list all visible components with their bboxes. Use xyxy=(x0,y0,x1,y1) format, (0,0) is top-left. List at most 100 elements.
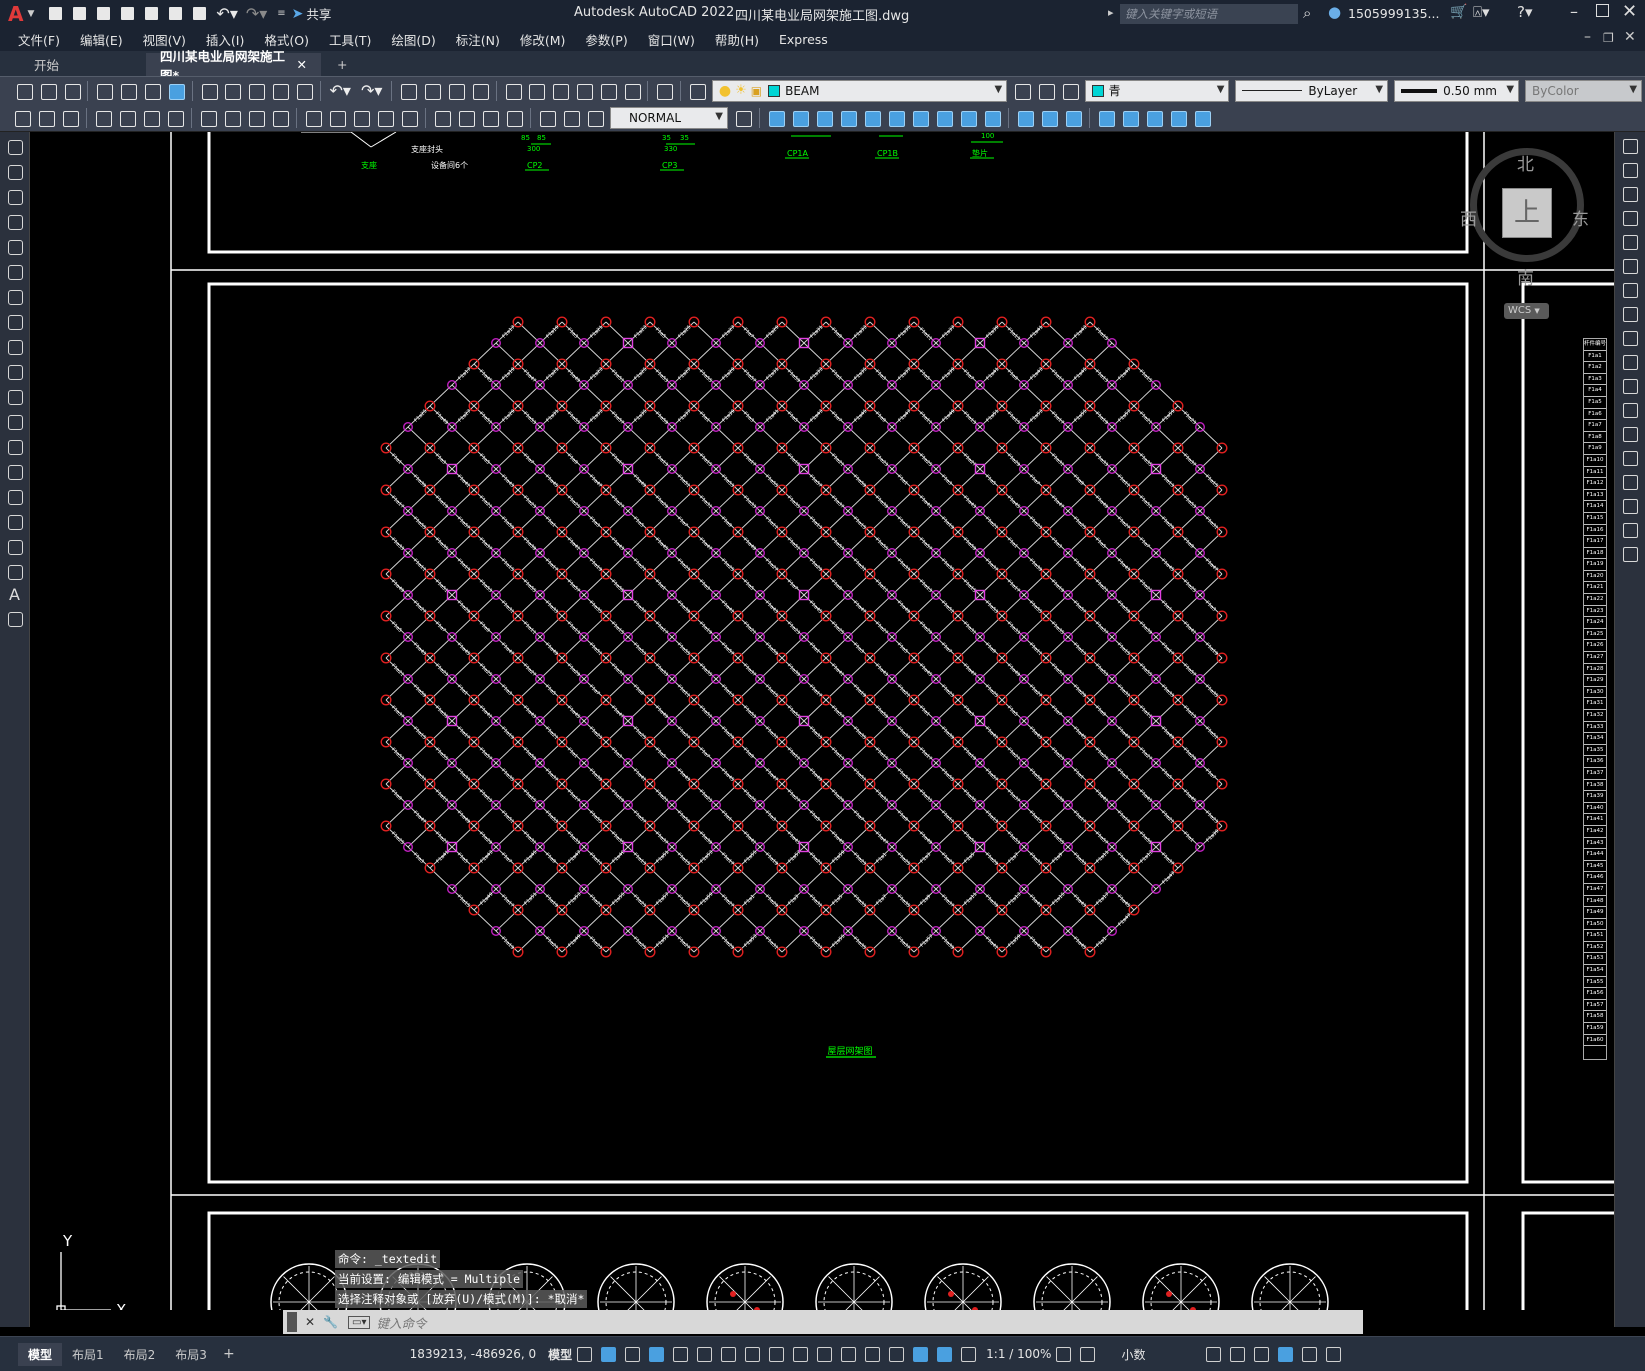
open-icon[interactable] xyxy=(37,80,59,102)
share-button[interactable]: 共享 xyxy=(306,4,331,23)
redo-icon[interactable]: ↷▾ xyxy=(246,4,267,23)
construction-line-icon[interactable] xyxy=(5,162,25,182)
publish-icon[interactable] xyxy=(141,80,163,102)
table-icon[interactable] xyxy=(5,562,25,582)
chamfer-icon[interactable] xyxy=(1620,472,1640,492)
clean-screen-icon[interactable] xyxy=(1300,1345,1318,1363)
break-icon[interactable] xyxy=(1620,424,1640,444)
wcs-menu[interactable]: WCS ▼ xyxy=(1504,303,1549,319)
app-menu-dropdown-icon[interactable]: ▼ xyxy=(27,9,34,19)
units-dropdown[interactable]: 小数 xyxy=(1121,1346,1201,1363)
point-icon[interactable] xyxy=(5,462,25,482)
copy-object-icon[interactable] xyxy=(1620,160,1640,180)
polygon-icon[interactable] xyxy=(5,212,25,232)
solid-union-icon[interactable] xyxy=(789,107,811,129)
maximize-icon[interactable] xyxy=(1596,4,1609,17)
mirror-icon[interactable] xyxy=(1620,184,1640,204)
viewcube-north[interactable]: 北 xyxy=(1517,150,1534,175)
undo-icon[interactable]: ↶▾ xyxy=(216,4,237,23)
layout-tab-1[interactable]: 布局1 xyxy=(62,1343,114,1366)
dim-space-icon[interactable] xyxy=(374,107,396,129)
menu-dimension[interactable]: 标注(N) xyxy=(446,30,510,49)
workspace-icon[interactable] xyxy=(35,107,57,129)
qnew-icon[interactable] xyxy=(13,80,35,102)
snap-icon[interactable] xyxy=(599,1345,617,1363)
doc-restore-icon[interactable]: ❐ xyxy=(1603,31,1614,45)
spline-icon[interactable] xyxy=(5,337,25,357)
slice-icon[interactable] xyxy=(981,107,1003,129)
explode-icon[interactable] xyxy=(1620,544,1640,564)
open-web-icon[interactable] xyxy=(142,5,162,23)
isodraft-icon[interactable] xyxy=(695,1345,713,1363)
layer-states-icon[interactable] xyxy=(1059,80,1081,102)
dim-break-icon[interactable] xyxy=(398,107,420,129)
layer-dropdown[interactable]: ● ☀ ▣ BEAM ▼ xyxy=(711,79,1008,102)
circle-icon[interactable] xyxy=(5,287,25,307)
drawing-area[interactable]: 支座 支座封头 设备间6个 CP2 CP3 CP1A CP1B 垫片 85 85 300 35 35 33… xyxy=(31,132,1614,1310)
ribbon-icon[interactable] xyxy=(11,107,33,129)
color-dropdown[interactable]: 青 ▼ xyxy=(1084,79,1230,102)
polar-icon[interactable] xyxy=(671,1345,689,1363)
erase-icon[interactable] xyxy=(1620,136,1640,156)
presspull-icon[interactable] xyxy=(885,107,907,129)
dim-jogged-icon[interactable] xyxy=(221,107,243,129)
cut-icon[interactable] xyxy=(198,80,220,102)
dim-update-icon[interactable] xyxy=(584,107,606,129)
user-name[interactable]: 1505999135... xyxy=(1348,6,1439,21)
save-icon[interactable] xyxy=(94,5,114,23)
quick-properties-icon[interactable] xyxy=(1204,1345,1222,1363)
break-at-point-icon[interactable] xyxy=(1620,400,1640,420)
rectangle-icon[interactable] xyxy=(5,237,25,257)
lock-icon[interactable]: ▣ xyxy=(751,84,762,98)
region-icon[interactable] xyxy=(5,537,25,557)
menu-edit[interactable]: 编辑(E) xyxy=(70,30,133,49)
help-icon[interactable]: ?▾ xyxy=(1517,3,1533,21)
solid-subtract-icon[interactable] xyxy=(813,107,835,129)
search-input[interactable]: 键入关键字或短语 xyxy=(1120,4,1298,24)
help-icon[interactable] xyxy=(653,80,675,102)
close-icon[interactable]: ✕ xyxy=(1622,1,1637,22)
menu-express[interactable]: Express xyxy=(769,32,838,47)
command-input[interactable]: 键入命令 xyxy=(376,1313,426,1332)
polyline-icon[interactable] xyxy=(5,187,25,207)
extrude-icon[interactable] xyxy=(861,107,883,129)
transparency-icon[interactable] xyxy=(791,1345,809,1363)
gradient-icon[interactable] xyxy=(5,512,25,532)
grid-icon[interactable] xyxy=(575,1345,593,1363)
revision-cloud-icon[interactable] xyxy=(5,312,25,332)
move-icon[interactable] xyxy=(1620,256,1640,276)
viewcube[interactable]: 上 北 南 东 西 xyxy=(1460,146,1589,289)
plot-icon[interactable] xyxy=(190,5,210,23)
doc-close-icon[interactable]: ✕ xyxy=(1624,29,1636,45)
new-tab-button[interactable]: + xyxy=(323,53,361,76)
solid-box-icon[interactable] xyxy=(765,107,787,129)
viewcube-west[interactable]: 西 xyxy=(1460,205,1477,230)
dim-style-icon[interactable] xyxy=(732,107,754,129)
dim-radius-icon[interactable] xyxy=(197,107,219,129)
new-icon[interactable] xyxy=(46,5,66,23)
viewcube-south[interactable]: 南 xyxy=(1517,264,1534,289)
zoom-window-icon[interactable] xyxy=(445,80,467,102)
graphics-performance-icon[interactable] xyxy=(1276,1345,1294,1363)
menu-parametric[interactable]: 参数(P) xyxy=(575,30,637,49)
open-icon[interactable] xyxy=(70,5,90,23)
cart-icon[interactable]: 🛒 xyxy=(1450,4,1467,20)
annotation-monitor-icon[interactable] xyxy=(1078,1345,1096,1363)
sun-icon[interactable]: ☀ xyxy=(735,83,747,98)
minimize-icon[interactable]: – xyxy=(1570,2,1578,21)
ucs-view-icon[interactable] xyxy=(1191,107,1213,129)
tolerance-icon[interactable] xyxy=(431,107,453,129)
ucs-object-icon[interactable] xyxy=(1143,107,1165,129)
layer-current-icon[interactable] xyxy=(1011,80,1033,102)
doc-minimize-icon[interactable]: – xyxy=(1584,29,1591,45)
3d-osnap-icon[interactable] xyxy=(839,1345,857,1363)
model-space-button[interactable]: 模型 xyxy=(548,1346,572,1363)
line-icon[interactable] xyxy=(5,137,25,157)
materials-icon[interactable] xyxy=(1062,107,1084,129)
lineweight-icon[interactable] xyxy=(767,1345,785,1363)
ucs-face-icon[interactable] xyxy=(1167,107,1189,129)
viewcube-east[interactable]: 东 xyxy=(1572,205,1589,230)
calculator-icon[interactable] xyxy=(621,80,643,102)
render-icon[interactable] xyxy=(1038,107,1060,129)
menu-help[interactable]: 帮助(H) xyxy=(705,30,769,49)
